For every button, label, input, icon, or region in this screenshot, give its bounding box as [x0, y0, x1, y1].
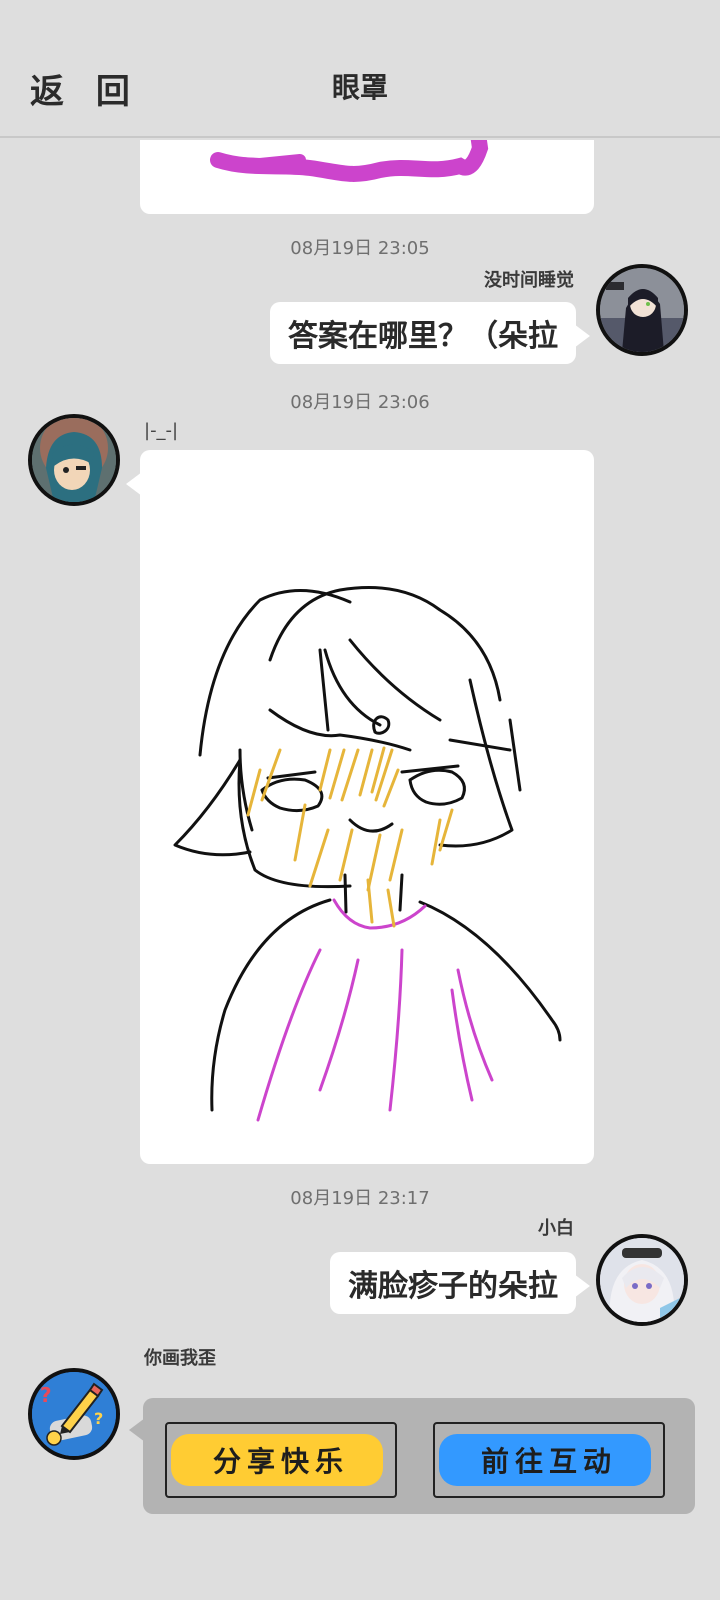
avatar[interactable]: [28, 414, 120, 506]
timestamp: 08月19日 23:05: [290, 238, 430, 259]
timestamp: 08月19日 23:17: [290, 1188, 430, 1209]
drawing-image: [173, 586, 562, 1122]
message-bubble[interactable]: 满脸疹子的朵拉: [330, 1252, 590, 1314]
page-title: 眼罩: [331, 71, 388, 104]
chat-screen: 返 回 眼罩 08月19日 23:05 没时间睡觉 答案在哪里？（朵拉 08月1…: [0, 0, 720, 1600]
share-joy-label: 分享快乐: [212, 1445, 349, 1478]
avatar-icon: [600, 1238, 684, 1322]
game-invite-card: 分享快乐 前往互动: [129, 1398, 695, 1514]
drawing-card-previous[interactable]: [140, 140, 594, 214]
avatar-icon: [32, 418, 116, 502]
previous-drawing: [210, 140, 489, 182]
avatar[interactable]: [596, 264, 688, 356]
avatar-icon: [600, 268, 684, 352]
timestamp: 08月19日 23:06: [290, 392, 430, 413]
message-bubble[interactable]: 答案在哪里？（朵拉: [270, 302, 590, 364]
svg-text:?: ?: [40, 1383, 52, 1407]
message-text: 满脸疹子的朵拉: [348, 1269, 558, 1304]
avatar[interactable]: ? ?: [28, 1368, 120, 1460]
top-bar: 返 回 眼罩: [0, 0, 720, 138]
drawing-card[interactable]: [140, 450, 594, 1164]
go-interact-button[interactable]: 前往互动: [433, 1422, 665, 1498]
svg-text:?: ?: [94, 1409, 103, 1428]
pencil-icon: ? ?: [32, 1372, 116, 1456]
message-text: 答案在哪里？（朵拉: [288, 319, 558, 354]
avatar[interactable]: [596, 1234, 688, 1326]
sender-name: 没时间睡觉: [484, 270, 574, 291]
chat-list[interactable]: 08月19日 23:05 没时间睡觉 答案在哪里？（朵拉 08月19日 23:0…: [0, 140, 720, 1600]
go-interact-label: 前往互动: [480, 1445, 617, 1478]
sender-name: 你画我歪: [144, 1348, 216, 1369]
sender-name: |-_-|: [144, 420, 179, 441]
sender-name: 小白: [538, 1218, 574, 1239]
share-joy-button[interactable]: 分享快乐: [165, 1422, 397, 1498]
